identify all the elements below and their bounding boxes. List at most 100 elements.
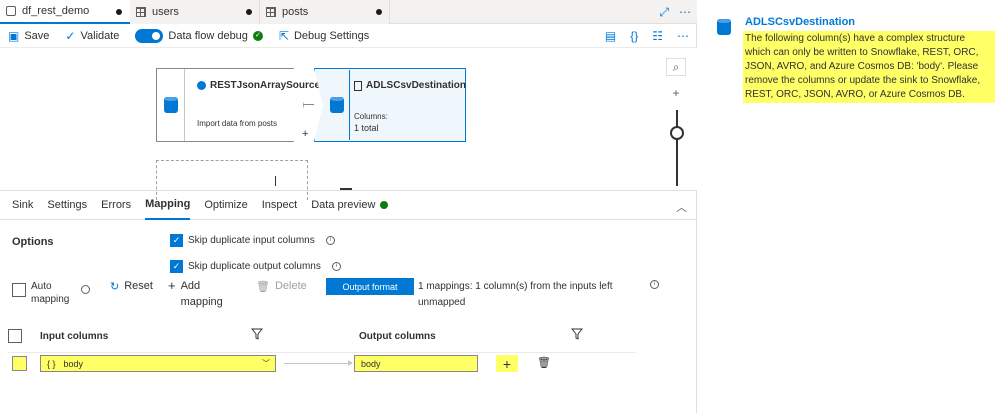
reset-button[interactable]: ↻ Reset [110, 280, 153, 293]
dataflow-canvas[interactable]: RESTJsonArraySource Import data from pos… [0, 48, 697, 200]
info-icon[interactable]: i [325, 236, 335, 245]
output-format-button[interactable]: Output format [326, 278, 414, 295]
validate-button[interactable]: ✓ Validate [65, 29, 119, 43]
tab-label: Optimize [204, 199, 248, 211]
select-all-checkbox[interactable] [8, 329, 22, 343]
validation-panel: ADLSCsvDestination The following column(… [698, 0, 998, 413]
tab-settings[interactable]: Settings [47, 190, 87, 220]
database-icon [717, 19, 731, 35]
filter-icon[interactable] [251, 328, 263, 340]
tab-label: Settings [47, 199, 88, 211]
debug-toggle[interactable]: Data flow debug ✓ [135, 28, 263, 43]
table-icon [136, 7, 146, 17]
tab-users[interactable]: users [130, 0, 260, 24]
connector-line [304, 104, 314, 105]
unsaved-dot [376, 9, 382, 15]
zoom-slider-handle[interactable] [670, 126, 684, 140]
more-icon[interactable]: ⋯ [677, 29, 689, 43]
rest-icon [197, 81, 206, 90]
destination-title-text: ADLSCsvDestination [366, 80, 467, 91]
destination-title: ADLSCsvDestination [354, 80, 466, 91]
tab-errors[interactable]: Errors [101, 190, 131, 220]
debug-settings-button[interactable]: ⇱ Debug Settings [279, 29, 369, 43]
sink-icon [354, 80, 362, 91]
complex-type-icon: { } [47, 358, 56, 369]
skip-input-checkbox[interactable]: ✓ [170, 234, 183, 247]
skip-output-checkbox[interactable]: ✓ [170, 260, 183, 273]
properties-icon[interactable]: ☷ [652, 29, 663, 43]
plus-icon: + [672, 86, 680, 100]
delete-label: Delete [274, 280, 307, 292]
toggle-switch[interactable] [135, 28, 164, 43]
tab-mapping[interactable]: Mapping [145, 190, 191, 220]
delete-button[interactable]: 🗑 Delete [256, 280, 307, 293]
auto-mapping-label-line1: Auto [31, 281, 52, 292]
tab-label: Data preview [311, 199, 376, 211]
auto-mapping-checkbox[interactable] [12, 283, 26, 297]
info-icon[interactable] [81, 285, 90, 294]
filter-icon[interactable] [571, 328, 583, 340]
add-mapping-button[interactable]: + Add mapping [168, 278, 223, 310]
reset-label: Reset [124, 280, 153, 292]
save-button[interactable]: ▣ Save [8, 29, 49, 43]
plus-icon: + [502, 355, 512, 372]
mapping-table-header: Input columns Output columns [0, 322, 697, 350]
code-icon[interactable]: {} [630, 29, 638, 43]
destination-divider [349, 70, 350, 140]
tab-inspect[interactable]: Inspect [262, 190, 297, 220]
tab-optimize[interactable]: Optimize [204, 190, 247, 220]
info-icon[interactable]: i [650, 280, 659, 289]
expand-icon[interactable]: ⤢ [659, 5, 669, 20]
error-message: The following column(s) have a complex s… [743, 31, 995, 103]
success-check-icon: ✓ [252, 30, 263, 41]
info-icon[interactable]: i [331, 262, 341, 271]
panel-title[interactable]: ADLSCsvDestination [745, 16, 855, 28]
mapping-status-line1: 1 mappings: 1 column(s) from the inputs … [418, 281, 613, 292]
mapping-arrow [284, 360, 353, 366]
tab-posts[interactable]: posts [260, 0, 390, 24]
tab-sink[interactable]: Sink [12, 190, 33, 220]
tab-label: Inspect [261, 199, 298, 211]
output-column-value: body [361, 358, 381, 369]
row-checkbox[interactable] [12, 356, 27, 371]
tab-bar: df_rest_demo users posts ⤢ ⋯ [0, 0, 697, 24]
search-canvas-button[interactable]: ⌕ [666, 58, 686, 76]
add-row-button[interactable]: + [496, 355, 518, 372]
output-column-input[interactable]: body [354, 355, 478, 372]
add-mapping-label-line2: mapping [180, 296, 223, 308]
trash-icon: 🗑 [256, 281, 270, 293]
settings-arrow-icon: ⇱ [278, 28, 289, 43]
unsaved-dot [246, 9, 252, 15]
skip-input-checkbox-row: ✓ Skip duplicate input columns i [170, 234, 335, 247]
input-columns-header: Input columns [40, 331, 109, 342]
database-icon [330, 97, 344, 113]
tab-label: Mapping [145, 198, 191, 210]
tab-df-rest-demo[interactable]: df_rest_demo [0, 0, 130, 24]
output-columns-header: Output columns [359, 331, 436, 342]
save-label: Save [24, 29, 50, 42]
zoom-in-button[interactable]: + [666, 84, 686, 102]
debug-settings-label: Debug Settings [293, 29, 370, 42]
search-icon: ⌕ [672, 59, 680, 74]
placeholder-cursor [275, 176, 276, 186]
mapping-status-line2: unmapped [418, 297, 466, 308]
zoom-slider-track[interactable] [676, 110, 678, 186]
validate-label: Validate [80, 29, 120, 42]
unsaved-dot [116, 9, 122, 15]
auto-mapping-toggle[interactable]: Auto mapping [12, 280, 69, 306]
script-icon[interactable]: ▤ [605, 29, 616, 43]
tab-data-preview[interactable]: Data preview [311, 190, 389, 220]
dataflow-icon [6, 6, 16, 16]
source-title: RESTJsonArraySource [197, 80, 320, 91]
save-icon: ▣ [8, 28, 20, 43]
more-icon[interactable]: ⋯ [679, 5, 691, 20]
add-mapping-label: Add mapping [181, 278, 223, 310]
mapping-status: 1 mappings: 1 column(s) from the inputs … [418, 279, 628, 311]
tab-actions: ⤢ ⋯ [659, 5, 691, 20]
source-title-text: RESTJsonArraySource [210, 80, 321, 91]
chevron-up-icon[interactable]: ︿ [676, 199, 687, 215]
trash-icon[interactable]: 🗑 [537, 356, 551, 369]
input-column-select[interactable]: { } body ﹀ [40, 355, 276, 372]
add-transformation-icon[interactable]: + [302, 128, 308, 140]
destination-columns-value: 1 total [354, 123, 379, 133]
